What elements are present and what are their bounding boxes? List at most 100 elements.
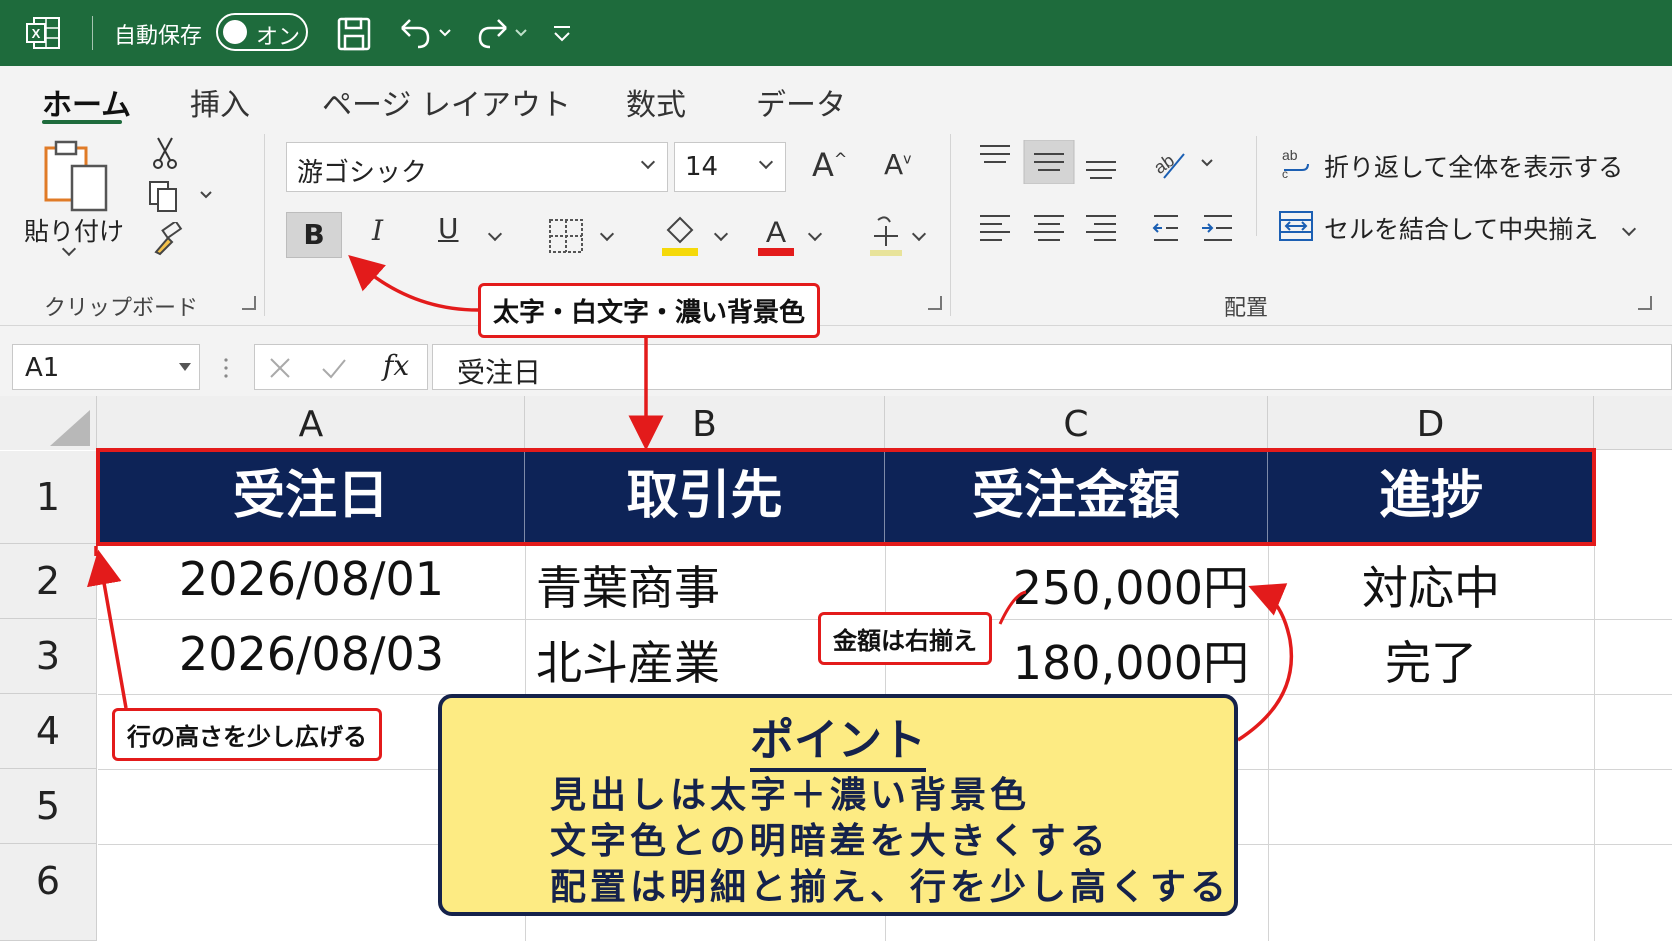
point-title-text: ポイント [750, 715, 926, 772]
cell-progress[interactable]: 完了 [1268, 627, 1594, 693]
format-painter-icon[interactable] [150, 222, 184, 256]
row-height-callout: 行の高さを少し広げる [112, 708, 382, 761]
font-size-select[interactable]: 14 [674, 142, 786, 192]
font-name-value: 游ゴシック [297, 158, 428, 188]
italic-button[interactable]: I [372, 214, 383, 247]
merge-center-icon[interactable] [1278, 208, 1314, 244]
bold-button[interactable]: B [286, 212, 342, 258]
clipboard-group-label: クリップボード [44, 296, 199, 321]
cell-client[interactable]: 青葉商事 [536, 552, 720, 618]
svg-text:A: A [766, 216, 786, 249]
wrap-text-label[interactable]: 折り返して全体を表示する [1324, 148, 1623, 184]
excel-logo-icon: X [26, 17, 60, 49]
merge-center-label[interactable]: セルを結合して中央揃え [1324, 210, 1598, 246]
alignment-launcher-icon[interactable] [1638, 296, 1652, 310]
toggle-label: オン [256, 25, 301, 50]
row-header-1[interactable]: 1 [0, 451, 97, 544]
borders-dropdown-icon[interactable] [599, 226, 615, 242]
fill-color-icon[interactable] [660, 212, 700, 258]
cell-date[interactable]: 2026/08/01 [98, 552, 525, 606]
group-separator [950, 134, 951, 316]
toggle-knob [223, 20, 247, 44]
group-separator [264, 134, 265, 316]
chevron-down-icon [758, 154, 774, 170]
ribbon: 貼り付け クリップボード 游ゴシック 14 A^ Av B I U A ab a… [0, 126, 1672, 326]
row-header-3[interactable]: 3 [0, 619, 97, 694]
phonetic-dropdown-icon[interactable] [911, 226, 927, 242]
underline-dropdown-icon[interactable] [487, 226, 503, 242]
insert-function-icon[interactable]: fx [383, 349, 409, 382]
decrease-font-size-icon[interactable]: Av [884, 148, 911, 181]
redo-icon[interactable] [472, 14, 536, 52]
save-icon[interactable] [336, 14, 372, 52]
underline-button[interactable]: U [438, 212, 459, 245]
orientation-icon[interactable]: ab [1150, 144, 1220, 184]
svg-text:c: c [1282, 167, 1288, 180]
active-tab-indicator [42, 120, 122, 124]
name-box-value: A1 [25, 353, 60, 383]
select-all-corner[interactable] [0, 396, 97, 450]
row-header-6[interactable]: 6 [0, 844, 97, 941]
name-box[interactable]: A1 [12, 344, 200, 390]
autosave-label: 自動保存 [114, 24, 203, 49]
font-name-select[interactable]: 游ゴシック [286, 142, 668, 192]
clipboard-launcher-icon[interactable] [242, 296, 256, 310]
horizontal-align-icons[interactable] [976, 206, 1236, 250]
cell-amount[interactable]: 250,000円 [885, 552, 1249, 618]
undo-icon[interactable] [396, 14, 460, 52]
select-all-icon [50, 410, 90, 446]
cell-date[interactable]: 2026/08/03 [98, 627, 525, 681]
tab-data[interactable]: データ [756, 80, 846, 124]
amount-align-callout: 金額は右揃え [818, 612, 992, 665]
paste-label[interactable]: 貼り付け [24, 212, 124, 248]
alignment-group-label: 配置 [1224, 296, 1269, 321]
merge-dropdown-icon[interactable] [1621, 221, 1637, 237]
tab-home[interactable]: ホーム [42, 80, 131, 124]
name-box-dropdown-icon[interactable] [179, 363, 191, 371]
column-header-b[interactable]: B [525, 396, 885, 450]
svg-text:X: X [32, 26, 41, 41]
enter-icon[interactable] [321, 357, 347, 379]
tab-page-layout[interactable]: ページ レイアウト [322, 80, 571, 124]
ribbon-tabs: ホーム 挿入 ページ レイアウト 数式 データ [0, 66, 1672, 126]
cell-progress[interactable]: 対応中 [1268, 552, 1594, 618]
column-header-a[interactable]: A [98, 396, 525, 450]
cut-icon[interactable] [150, 136, 180, 170]
formula-buttons: fx [254, 344, 428, 390]
column-header-d[interactable]: D [1268, 396, 1594, 450]
cancel-icon[interactable] [269, 357, 291, 379]
font-color-dropdown-icon[interactable] [807, 226, 823, 242]
point-line: 文字色との明暗差を大きくする [550, 821, 1110, 862]
fill-color-dropdown-icon[interactable] [713, 226, 729, 242]
tab-insert[interactable]: 挿入 [190, 80, 250, 124]
row-header-5[interactable]: 5 [0, 769, 97, 844]
customize-toolbar-icon[interactable] [550, 14, 574, 52]
point-line: 配置は明細と揃え、行を少し高くする [550, 867, 1231, 908]
title-bar: X 自動保存 オン [0, 0, 1672, 66]
titlebar-separator [92, 16, 93, 50]
font-color-icon[interactable]: A [756, 212, 796, 258]
autosave-toggle[interactable]: オン [216, 13, 308, 51]
group-separator [1256, 136, 1257, 236]
row-header-2[interactable]: 2 [0, 544, 97, 619]
vertical-align-icons[interactable] [976, 140, 1126, 184]
svg-text:ab: ab [1282, 147, 1298, 163]
tab-formulas[interactable]: 数式 [626, 80, 686, 124]
font-launcher-icon[interactable] [928, 296, 942, 310]
phonetic-guide-icon[interactable] [868, 212, 904, 258]
header-style-callout: 太字・白文字・濃い背景色 [478, 283, 821, 338]
header-highlight-box [96, 448, 1596, 546]
font-size-value: 14 [685, 152, 719, 182]
copy-icon[interactable] [146, 180, 216, 214]
borders-icon[interactable] [548, 218, 584, 254]
point-title: ポイント [442, 704, 1234, 772]
row-header-4[interactable]: 4 [0, 694, 97, 769]
formula-bar-grip-icon[interactable] [222, 356, 230, 380]
paste-icon[interactable] [40, 138, 112, 214]
wrap-text-icon[interactable]: ab c [1280, 146, 1314, 180]
formula-input[interactable]: 受注日 [432, 344, 1672, 390]
svg-text:ab: ab [1150, 150, 1178, 178]
column-header-c[interactable]: C [885, 396, 1268, 450]
cell-client[interactable]: 北斗産業 [536, 627, 720, 693]
increase-font-size-icon[interactable]: A^ [812, 146, 847, 184]
